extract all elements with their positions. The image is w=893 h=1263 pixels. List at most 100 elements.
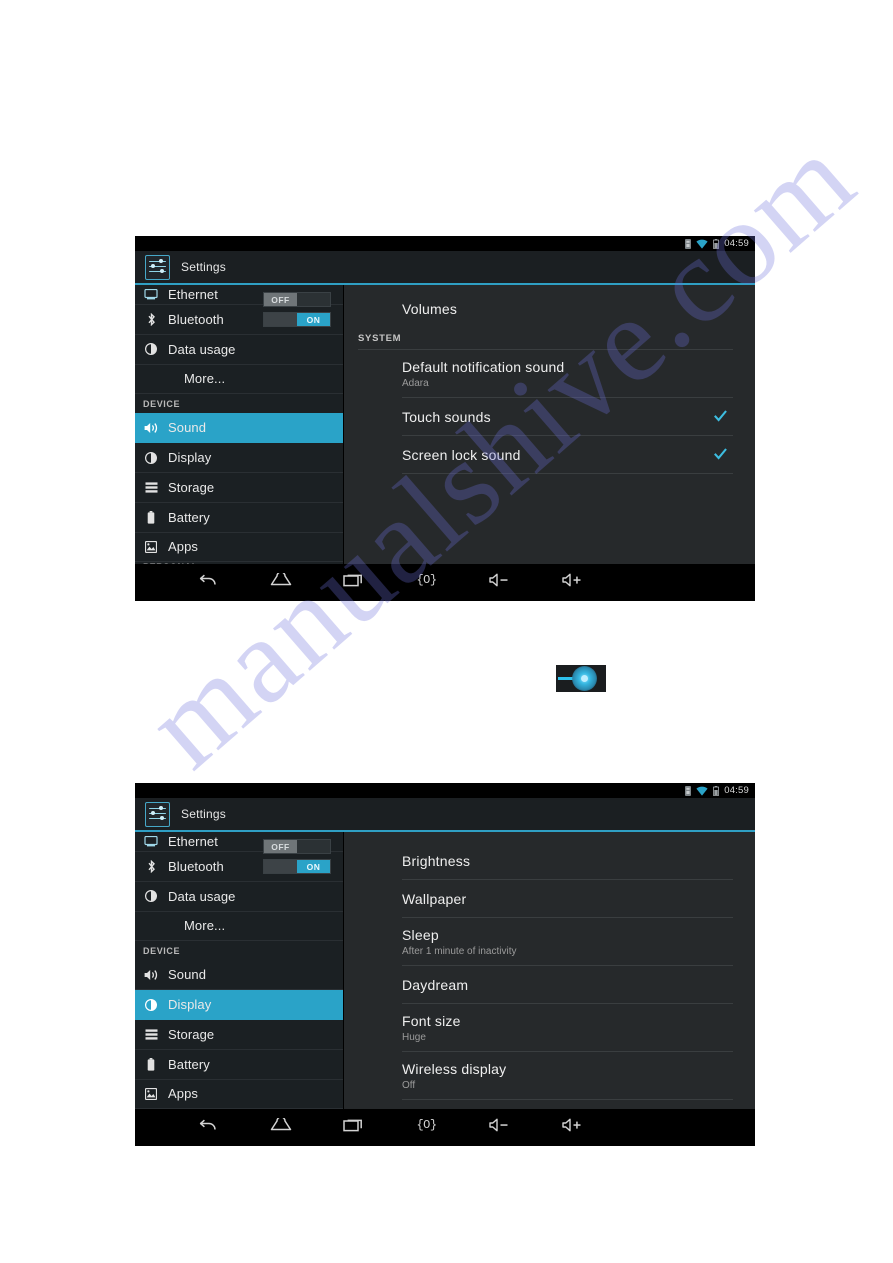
- navigation-bar[interactable]: {O}: [135, 564, 755, 595]
- setting-sublabel: Adara: [402, 378, 429, 389]
- data-usage-icon: [143, 343, 159, 356]
- display-icon: [143, 998, 159, 1011]
- setting-label: Font size: [402, 1013, 461, 1029]
- setting-row-screen-lock-sound[interactable]: Screen lock sound: [402, 436, 733, 474]
- setting-row-daydream[interactable]: Daydream: [402, 966, 733, 1004]
- sidebar-item-ethernet[interactable]: Ethernet OFF ON: [135, 285, 343, 307]
- toggle-off-label: OFF: [264, 313, 297, 326]
- battery-icon: [143, 510, 159, 524]
- recents-icon[interactable]: [341, 569, 367, 591]
- volume-down-icon[interactable]: [487, 569, 513, 591]
- setting-label: Wallpaper: [402, 891, 467, 907]
- setting-sublabel: After 1 minute of inactivity: [402, 946, 517, 957]
- setting-sublabel: Off: [402, 1080, 416, 1091]
- home-icon[interactable]: [268, 1114, 294, 1136]
- settings-body: Ethernet OFF ON Bluetooth OFF ON: [135, 832, 755, 1109]
- toggle-on-label: ON: [297, 313, 330, 326]
- setting-row-wallpaper[interactable]: Wallpaper: [402, 880, 733, 918]
- status-bar: 04:59: [135, 783, 755, 798]
- sidebar-item-data-usage[interactable]: Data usage: [135, 335, 343, 365]
- content-title: Volumes: [402, 301, 458, 317]
- screenshot-display-settings: 04:59 Settings Ethernet OFF ON: [135, 783, 755, 1146]
- setting-sublabel: Huge: [402, 1032, 426, 1043]
- app-title: Settings: [181, 260, 226, 274]
- sidebar-item-label: Bluetooth: [168, 858, 224, 874]
- sidebar-item-apps[interactable]: Apps: [135, 1080, 343, 1109]
- setting-label: Wireless display: [402, 1061, 507, 1077]
- screenshot-icon[interactable]: {O}: [414, 569, 440, 591]
- settings-sidebar[interactable]: Ethernet OFF ON Bluetooth OFF ON: [135, 832, 344, 1109]
- sidebar-item-label: Storage: [168, 1026, 215, 1042]
- setting-label: Default notification sound: [402, 359, 565, 375]
- settings-sidebar[interactable]: Ethernet OFF ON Bluetooth OFF ON: [135, 285, 344, 564]
- setting-label: Brightness: [402, 853, 471, 869]
- setting-row-font-size[interactable]: Font size Huge: [402, 1004, 733, 1052]
- setting-row-sleep[interactable]: Sleep After 1 minute of inactivity: [402, 918, 733, 966]
- screenshot-icon[interactable]: {O}: [414, 1114, 440, 1136]
- setting-label: Daydream: [402, 977, 469, 993]
- sidebar-item-display[interactable]: Display: [135, 443, 343, 473]
- volume-up-icon[interactable]: [560, 1114, 586, 1136]
- setting-row-touch-sounds[interactable]: Touch sounds: [402, 398, 733, 436]
- checkbox-checked-icon[interactable]: [714, 448, 727, 461]
- volume-up-icon[interactable]: [560, 569, 586, 591]
- sidebar-item-battery[interactable]: Battery: [135, 503, 343, 533]
- sidebar-item-label: Battery: [168, 1056, 210, 1072]
- sidebar-item-apps[interactable]: Apps: [135, 533, 343, 563]
- back-icon[interactable]: [195, 569, 221, 591]
- volume-down-icon[interactable]: [487, 1114, 513, 1136]
- status-bar: 04:59: [135, 236, 755, 251]
- settings-sliders-icon: [145, 254, 170, 280]
- sidebar-item-label: Display: [168, 997, 212, 1013]
- sidebar-item-display[interactable]: Display: [135, 990, 343, 1020]
- sidebar-item-storage[interactable]: Storage: [135, 1020, 343, 1050]
- toggle-off-label: OFF: [264, 860, 297, 873]
- toggle-on-label: ON: [297, 860, 330, 873]
- setting-label: Screen lock sound: [402, 447, 521, 463]
- setting-row-wireless-display[interactable]: Wireless display Off: [402, 1052, 733, 1100]
- storage-icon: [143, 1029, 159, 1040]
- setting-label: Touch sounds: [402, 409, 491, 425]
- ethernet-icon: [143, 289, 159, 300]
- setting-row-default-notification-sound[interactable]: Default notification sound Adara: [402, 350, 733, 398]
- sim-icon: [685, 238, 692, 249]
- navigation-bar[interactable]: {O}: [135, 1109, 755, 1140]
- apps-icon: [143, 540, 159, 553]
- slider-thumb-knob: [581, 675, 588, 682]
- recents-icon[interactable]: [341, 1114, 367, 1136]
- setting-row-accelerometer-calibration[interactable]: Accelerometer calibration: [402, 1100, 733, 1109]
- setting-label: Sleep: [402, 927, 439, 943]
- setting-row-brightness[interactable]: Brightness: [402, 842, 733, 880]
- sidebar-item-label: Apps: [168, 1086, 199, 1102]
- sidebar-item-sound[interactable]: Sound: [135, 413, 343, 444]
- sidebar-item-bluetooth[interactable]: Bluetooth OFF ON: [135, 852, 343, 882]
- sound-icon: [143, 969, 159, 981]
- wifi-icon: [696, 239, 708, 249]
- content-section-header: SYSTEM: [358, 333, 733, 350]
- wifi-icon: [696, 786, 708, 796]
- sidebar-item-more[interactable]: More...: [135, 365, 343, 395]
- battery-icon: [143, 1057, 159, 1071]
- sidebar-item-label: Apps: [168, 539, 199, 555]
- battery-icon: [713, 238, 720, 249]
- sidebar-item-battery[interactable]: Battery: [135, 1050, 343, 1080]
- settings-content-pane: Volumes SYSTEM Default notification soun…: [344, 285, 755, 564]
- sidebar-item-label: Storage: [168, 479, 215, 495]
- sidebar-item-ethernet[interactable]: Ethernet OFF ON: [135, 832, 343, 854]
- checkbox-checked-icon[interactable]: [714, 410, 727, 423]
- sidebar-item-bluetooth[interactable]: Bluetooth OFF ON: [135, 305, 343, 335]
- back-icon[interactable]: [195, 1114, 221, 1136]
- sidebar-item-sound[interactable]: Sound: [135, 960, 343, 991]
- sidebar-item-storage[interactable]: Storage: [135, 473, 343, 503]
- bluetooth-toggle[interactable]: OFF ON: [263, 312, 331, 327]
- sidebar-item-data-usage[interactable]: Data usage: [135, 882, 343, 912]
- sidebar-item-label: Display: [168, 450, 212, 466]
- sidebar-item-more[interactable]: More...: [135, 912, 343, 942]
- volume-slider-thumb-inset: [556, 665, 606, 692]
- settings-sliders-icon: [145, 801, 170, 827]
- home-icon[interactable]: [268, 569, 294, 591]
- screenshot-sound-settings: 04:59 Settings Ethernet OFF ON: [135, 236, 755, 601]
- bluetooth-toggle[interactable]: OFF ON: [263, 859, 331, 874]
- bluetooth-icon: [143, 312, 159, 326]
- ethernet-icon: [143, 836, 159, 847]
